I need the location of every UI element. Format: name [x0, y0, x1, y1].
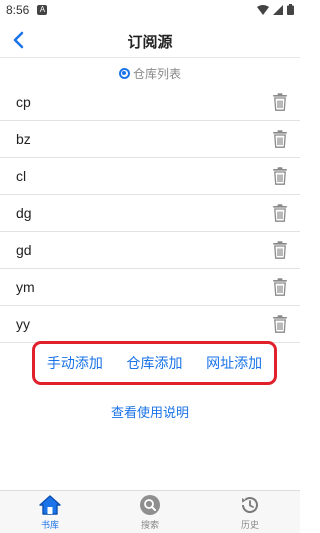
add-actions-group: 手动添加 仓库添加 网址添加 [32, 341, 277, 385]
source-name: cp [16, 94, 31, 110]
repo-list-selector[interactable]: 仓库列表 [0, 64, 300, 82]
source-name: dg [16, 205, 32, 221]
status-app-badge: A [37, 5, 48, 15]
source-name: cl [16, 168, 27, 184]
header: 订阅源 [0, 22, 300, 58]
signal-icon [273, 4, 283, 15]
manual-add-button[interactable]: 手动添加 [47, 353, 103, 373]
battery-icon [287, 4, 294, 15]
nav-label-search: 搜索 [140, 521, 159, 531]
source-list: cp bz cl dg gd ym yy [0, 84, 300, 343]
source-name: bz [16, 131, 31, 147]
search-icon [138, 494, 162, 516]
trash-icon[interactable] [272, 93, 288, 111]
list-item[interactable]: yy [0, 306, 300, 343]
url-add-button[interactable]: 网址添加 [206, 353, 262, 373]
status-bar: 8:56 A [0, 0, 300, 20]
nav-item-library[interactable]: 书库 [0, 491, 100, 533]
source-name: gd [16, 242, 32, 258]
nav-label-library: 书库 [40, 521, 59, 531]
radio-selected-icon [118, 67, 130, 79]
nav-item-search[interactable]: 搜索 [100, 491, 200, 533]
repo-add-button[interactable]: 仓库添加 [126, 353, 182, 373]
list-item[interactable]: ym [0, 269, 300, 306]
repo-list-label: 仓库列表 [132, 66, 181, 81]
help-link[interactable]: 查看使用说明 [0, 402, 300, 421]
status-icons [257, 4, 294, 15]
list-item[interactable]: bz [0, 121, 300, 158]
list-item[interactable]: dg [0, 195, 300, 232]
bottom-nav: 书库 搜索 历史 [0, 490, 300, 533]
nav-label-history: 历史 [240, 521, 259, 531]
nav-item-history[interactable]: 历史 [200, 491, 300, 533]
list-item[interactable]: cl [0, 158, 300, 195]
history-icon [238, 494, 262, 516]
trash-icon[interactable] [272, 315, 288, 333]
home-icon [38, 494, 62, 516]
status-time: 8:56 [6, 3, 30, 17]
source-name: yy [16, 316, 30, 332]
source-name: ym [16, 279, 35, 295]
list-item[interactable]: cp [0, 84, 300, 121]
list-item[interactable]: gd [0, 232, 300, 269]
trash-icon[interactable] [272, 278, 288, 296]
page-title: 订阅源 [127, 33, 173, 51]
trash-icon[interactable] [272, 130, 288, 148]
trash-icon[interactable] [272, 167, 288, 185]
trash-icon[interactable] [272, 204, 288, 222]
wifi-icon [257, 4, 269, 15]
trash-icon[interactable] [272, 241, 288, 259]
